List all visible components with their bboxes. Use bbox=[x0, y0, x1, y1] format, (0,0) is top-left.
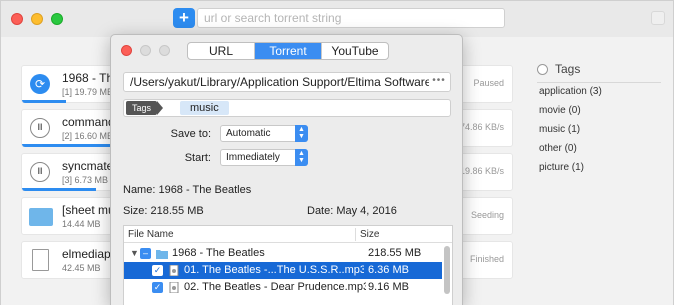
file-row[interactable]: ✓ 02. The Beatles - Dear Prudence.mp3 9.… bbox=[124, 279, 442, 296]
save-to-label: Save to: bbox=[170, 128, 211, 140]
file-row-folder[interactable]: ▼ – 1968 - The Beatles 218.55 MB bbox=[124, 245, 442, 262]
audio-file-icon bbox=[169, 282, 179, 293]
file-name: 01. The Beatles -...The U.S.S.R..mp3 bbox=[184, 264, 364, 276]
source-tabs: URL Torrent YouTube bbox=[187, 42, 389, 60]
start-value: Immediately bbox=[226, 152, 280, 163]
torrent-date-info: Date: May 4, 2016 bbox=[307, 205, 397, 217]
torrent-status: Paused bbox=[473, 78, 504, 88]
tag-item-picture[interactable]: picture (1) bbox=[539, 162, 584, 173]
tag-item-movie[interactable]: movie (0) bbox=[539, 105, 581, 116]
file-name: 1968 - The Beatles bbox=[172, 247, 265, 259]
torrent-name-info: Name: 1968 - The Beatles bbox=[123, 184, 252, 196]
pause-icon[interactable]: II bbox=[30, 118, 50, 138]
file-size: 6.36 MB bbox=[368, 264, 409, 276]
tags-title: Tags bbox=[555, 62, 581, 76]
browse-path-button[interactable]: ••• bbox=[429, 73, 449, 91]
audio-file-icon bbox=[169, 265, 179, 276]
scrollbar[interactable] bbox=[444, 246, 450, 294]
tags-label: Tags bbox=[126, 101, 164, 115]
folder-icon bbox=[29, 208, 53, 226]
file-size: 9.16 MB bbox=[368, 281, 409, 293]
tag-item-other[interactable]: other (0) bbox=[539, 143, 577, 154]
start-select[interactable]: Immediately ▲ ▼ bbox=[220, 149, 308, 166]
chevron-updown-icon: ▲ ▼ bbox=[295, 149, 308, 166]
tab-torrent[interactable]: Torrent bbox=[255, 43, 322, 59]
tags-panel: Tags application (3) movie (0) music (1)… bbox=[527, 61, 667, 173]
file-table-header: File Name Size bbox=[124, 226, 452, 243]
url-search-input[interactable]: url or search torrent string bbox=[197, 8, 505, 28]
torrent-size-info: Size: 218.55 MB bbox=[123, 205, 204, 217]
save-to-value: Automatic bbox=[226, 128, 271, 139]
tags-input[interactable]: Tags music bbox=[123, 99, 451, 117]
torrent-progress-bar bbox=[22, 188, 96, 191]
close-dialog-button[interactable] bbox=[121, 45, 132, 56]
tag-token-music[interactable]: music bbox=[180, 101, 229, 115]
column-file-name[interactable]: File Name bbox=[128, 229, 174, 240]
toolbar: + url or search torrent string bbox=[1, 1, 673, 37]
save-path-field[interactable]: /Users/yakut/Library/Application Support… bbox=[123, 72, 451, 92]
tags-radio-icon[interactable] bbox=[537, 64, 548, 75]
checkbox-checked-icon[interactable]: ✓ bbox=[152, 265, 163, 276]
chevron-updown-icon: ▲ ▼ bbox=[295, 125, 308, 142]
download-icon[interactable]: ⟳ bbox=[30, 74, 50, 94]
tag-item-application[interactable]: application (3) bbox=[539, 86, 602, 97]
pause-icon[interactable]: II bbox=[30, 162, 50, 182]
start-label: Start: bbox=[184, 152, 211, 164]
column-separator bbox=[355, 228, 356, 241]
file-size: 218.55 MB bbox=[368, 247, 422, 259]
zoom-window-button[interactable] bbox=[51, 13, 63, 25]
main-window: + url or search torrent string ⟳ 1968 - … bbox=[0, 0, 674, 305]
save-to-select[interactable]: Automatic ▲ ▼ bbox=[220, 125, 308, 142]
disclosure-triangle-icon[interactable]: ▼ bbox=[130, 245, 139, 262]
divider bbox=[537, 82, 661, 83]
file-name: 02. The Beatles - Dear Prudence.mp3 bbox=[184, 281, 366, 293]
torrent-status: Seeding bbox=[470, 210, 504, 220]
torrent-status: Finished bbox=[469, 254, 504, 264]
zoom-dialog-button bbox=[159, 45, 170, 56]
file-table: File Name Size ▼ – 1968 - The Beatles 21… bbox=[123, 225, 453, 305]
torrent-progress-bar bbox=[22, 100, 66, 103]
tab-youtube[interactable]: YouTube bbox=[322, 43, 388, 59]
toolbar-extra-button[interactable] bbox=[651, 11, 665, 25]
folder-icon bbox=[156, 250, 168, 259]
document-icon bbox=[32, 249, 49, 271]
torrent-status: 19.86 KB/s bbox=[459, 166, 504, 176]
torrent-status: 74.86 KB/s bbox=[459, 122, 504, 132]
torrent-progress-bar bbox=[22, 144, 120, 147]
checkbox-checked-icon[interactable]: ✓ bbox=[152, 282, 163, 293]
minimize-window-button[interactable] bbox=[31, 13, 43, 25]
add-torrent-dialog: URL Torrent YouTube /Users/yakut/Library… bbox=[110, 34, 463, 305]
tags-header[interactable]: Tags bbox=[527, 61, 667, 79]
tag-item-music[interactable]: music (1) bbox=[539, 124, 580, 135]
file-row-selected[interactable]: ✓ 01. The Beatles -...The U.S.S.R..mp3 6… bbox=[124, 262, 442, 279]
minimize-dialog-button bbox=[140, 45, 151, 56]
checkbox-partial-icon[interactable]: – bbox=[140, 248, 151, 259]
column-size[interactable]: Size bbox=[360, 229, 379, 240]
tab-url[interactable]: URL bbox=[188, 43, 255, 59]
close-window-button[interactable] bbox=[11, 13, 23, 25]
add-torrent-button[interactable]: + bbox=[173, 8, 195, 28]
